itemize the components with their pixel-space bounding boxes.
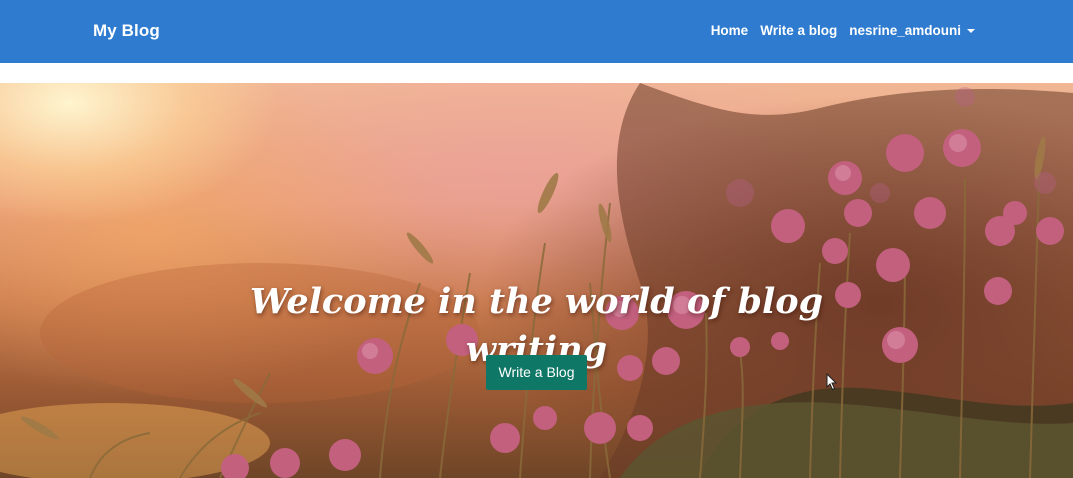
brand-logo-link[interactable]: My Blog: [93, 21, 160, 41]
top-navbar: My Blog Home Write a blog nesrine_amdoun…: [0, 0, 1073, 63]
write-blog-button[interactable]: Write a Blog: [486, 355, 587, 390]
nav-write-blog-link[interactable]: Write a blog: [760, 23, 837, 38]
navbar-spacer: [0, 63, 1073, 83]
nav-links: Home Write a blog nesrine_amdouni: [711, 23, 975, 38]
mouse-cursor-icon: [826, 373, 838, 391]
hero-banner: Welcome in the world of blog writing Wri…: [0, 83, 1073, 478]
hero-heading-line-1: Welcome in the world of blog: [249, 281, 824, 323]
user-name-label: nesrine_amdouni: [849, 23, 961, 38]
caret-down-icon: [967, 29, 975, 33]
nav-home-link[interactable]: Home: [711, 23, 749, 38]
user-dropdown-toggle[interactable]: nesrine_amdouni: [849, 23, 975, 38]
